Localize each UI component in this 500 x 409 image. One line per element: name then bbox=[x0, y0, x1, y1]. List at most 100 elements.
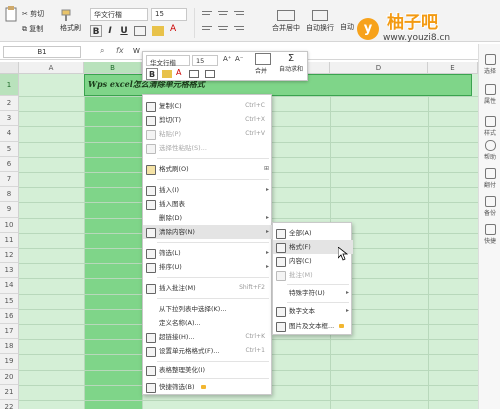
menu-item-delete[interactable]: 删除(D) ▸ bbox=[143, 211, 273, 225]
italic-button[interactable]: I bbox=[104, 25, 116, 37]
row-header[interactable]: 13 bbox=[0, 263, 19, 279]
member-crown-icon bbox=[339, 324, 344, 328]
submenu-item-special-chars[interactable]: 特殊字符(U) ▸ bbox=[273, 286, 353, 300]
menu-item-define-name[interactable]: 定义名称(A)... bbox=[143, 316, 273, 330]
fill-color-icon[interactable] bbox=[152, 26, 164, 36]
help-panel-button[interactable]: 帮助 bbox=[479, 140, 500, 161]
mini-font-color-icon[interactable]: A bbox=[176, 68, 181, 77]
auto-wrap-button[interactable]: 自动换行 bbox=[306, 10, 334, 33]
mini-font-name[interactable]: 华文行楷 bbox=[146, 55, 190, 67]
menu-item-filter[interactable]: 筛选(L) ▸ bbox=[143, 246, 273, 260]
border-icon[interactable] bbox=[134, 26, 146, 36]
quick-panel-button[interactable]: 快捷 bbox=[479, 224, 500, 245]
name-box[interactable]: B1 bbox=[3, 46, 81, 58]
menu-item-clear-contents[interactable]: 清除内容(N) ▸ bbox=[143, 225, 273, 239]
selected-column-b[interactable] bbox=[84, 74, 142, 409]
watermark-badge: y bbox=[357, 18, 379, 40]
row-header[interactable]: 2 bbox=[0, 96, 19, 112]
mini-merge-icon[interactable] bbox=[205, 70, 215, 78]
row-header[interactable]: 4 bbox=[0, 126, 19, 142]
merge-center-button[interactable]: 合并居中 bbox=[272, 10, 300, 33]
row-header[interactable]: 6 bbox=[0, 156, 19, 172]
font-color-icon[interactable]: A bbox=[170, 24, 176, 34]
select-panel-button[interactable]: 选择 bbox=[479, 54, 500, 75]
number-text-icon bbox=[276, 307, 286, 317]
row-header[interactable]: 12 bbox=[0, 248, 19, 264]
row-header[interactable]: 14 bbox=[0, 278, 19, 294]
zoom-icon[interactable]: ⌕ bbox=[100, 46, 104, 56]
shrink-font-icon[interactable]: A⁻ bbox=[235, 55, 243, 63]
row-line bbox=[19, 400, 478, 401]
row-header[interactable]: 10 bbox=[0, 217, 19, 233]
menu-item-paste-special[interactable]: 选择性粘贴(S)... bbox=[143, 141, 273, 155]
mini-border-icon[interactable] bbox=[189, 70, 199, 78]
row-header[interactable]: 18 bbox=[0, 339, 19, 355]
watermark-text: 柚子吧 bbox=[387, 13, 438, 33]
row-header[interactable]: 7 bbox=[0, 172, 19, 188]
chart-icon bbox=[146, 200, 156, 210]
column-header-a[interactable]: A bbox=[19, 62, 84, 74]
mini-merge-button[interactable]: 合并 bbox=[255, 53, 271, 75]
column-header-e[interactable]: E bbox=[428, 62, 478, 74]
mini-bold-button[interactable]: B bbox=[146, 68, 158, 80]
cut-button[interactable]: ✂ 剪切 bbox=[22, 9, 44, 19]
menu-item-hyperlink[interactable]: 超链接(H)... Ctrl+K bbox=[143, 330, 273, 344]
paste-icon[interactable] bbox=[4, 6, 18, 24]
property-panel-button[interactable]: 属性 bbox=[479, 84, 500, 105]
grow-font-icon[interactable]: A⁺ bbox=[223, 55, 231, 63]
row-header[interactable]: 21 bbox=[0, 384, 19, 400]
row-header[interactable]: 15 bbox=[0, 293, 19, 309]
backup-panel-button[interactable]: 备份 bbox=[479, 196, 500, 217]
menu-item-format-painter[interactable]: 格式刷(O) ⊞ bbox=[143, 162, 273, 176]
underline-button[interactable]: U bbox=[118, 25, 130, 37]
format-painter-button[interactable]: 格式刷 bbox=[60, 9, 81, 33]
mini-autosum-button[interactable]: Σ 自动求和 bbox=[279, 53, 303, 73]
row-header[interactable]: 22 bbox=[0, 400, 19, 409]
mini-fill-icon[interactable] bbox=[162, 70, 172, 78]
row-header[interactable]: 19 bbox=[0, 354, 19, 370]
column-header-d[interactable]: D bbox=[330, 62, 428, 74]
row-header[interactable]: 1 bbox=[0, 74, 19, 96]
bold-button[interactable]: B bbox=[90, 25, 102, 37]
pin-icon: ⊞ bbox=[263, 165, 269, 172]
row-header[interactable]: 5 bbox=[0, 141, 19, 157]
menu-item-format-cells[interactable]: 设置单元格格式(F)... Ctrl+1 bbox=[143, 344, 273, 358]
submenu-item-images-textboxes[interactable]: 图片及文本框... bbox=[273, 319, 353, 333]
menu-item-copy[interactable]: 复制(C) Ctrl+C bbox=[143, 99, 273, 113]
menu-item-quick-filter[interactable]: 快捷筛选(B) bbox=[143, 380, 273, 394]
chevron-right-icon: ▸ bbox=[265, 186, 269, 193]
copy-button[interactable]: ⧉ 复制 bbox=[22, 24, 43, 34]
menu-item-beautify-table[interactable]: 表格整理美化(I) bbox=[143, 363, 273, 377]
font-name-select[interactable]: 华文行楷 bbox=[90, 8, 148, 21]
menu-item-insert[interactable]: 插入(I) ▸ bbox=[143, 183, 273, 197]
submenu-item-comment[interactable]: 批注(M) bbox=[273, 268, 353, 282]
row-header[interactable]: 8 bbox=[0, 187, 19, 203]
style-panel-button[interactable]: 样式 bbox=[479, 116, 500, 137]
row-header[interactable]: 17 bbox=[0, 324, 19, 340]
submenu-item-number-text[interactable]: 数字文本 ▸ bbox=[273, 304, 353, 318]
column-header-b[interactable]: B bbox=[84, 62, 142, 74]
member-crown-icon bbox=[201, 385, 206, 389]
row-header[interactable]: 3 bbox=[0, 111, 19, 127]
menu-item-sort[interactable]: 排序(U) ▸ bbox=[143, 260, 273, 274]
menu-item-insert-comment[interactable]: 插入批注(M) Shift+F2 bbox=[143, 281, 273, 295]
row-header[interactable]: 16 bbox=[0, 308, 19, 324]
menu-separator bbox=[157, 378, 269, 379]
table-icon bbox=[146, 366, 156, 376]
menu-item-cut[interactable]: 剪切(T) Ctrl+X bbox=[143, 113, 273, 127]
chevron-right-icon: ▸ bbox=[265, 263, 269, 270]
select-all-corner[interactable] bbox=[0, 62, 19, 74]
watermark-url: www.youzi8.cn bbox=[383, 33, 451, 43]
font-size-select[interactable]: 15 bbox=[151, 8, 187, 21]
menu-item-pick-from-list[interactable]: 从下拉列表中选择(K)... bbox=[143, 302, 273, 316]
mini-font-size[interactable]: 15 bbox=[192, 55, 218, 66]
menu-item-paste[interactable]: 粘贴(P) Ctrl+V bbox=[143, 127, 273, 141]
link-icon bbox=[146, 333, 156, 343]
menu-item-insert-chart[interactable]: 插入图表 bbox=[143, 197, 273, 211]
row-header[interactable]: 11 bbox=[0, 232, 19, 248]
fx-icon[interactable]: fx bbox=[116, 46, 124, 55]
pay-panel-button[interactable]: 翻付 bbox=[479, 168, 500, 189]
row-header[interactable]: 9 bbox=[0, 202, 19, 218]
row-header[interactable]: 20 bbox=[0, 369, 19, 385]
submenu-item-all[interactable]: 全部(A) bbox=[273, 226, 353, 240]
